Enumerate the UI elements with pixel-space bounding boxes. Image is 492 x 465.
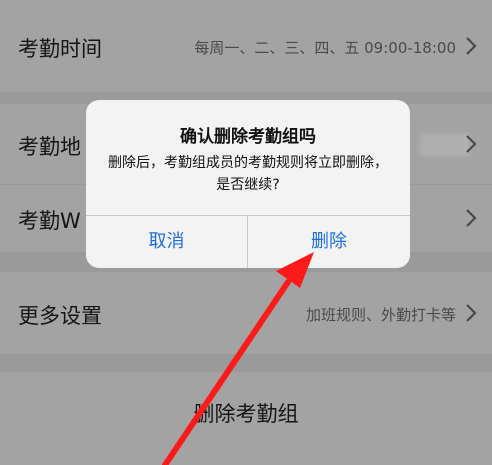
row-attendance-time-label: 考勤时间 xyxy=(18,37,102,61)
row-attendance-time-value: 每周一、二、三、四、五 09:00-18:00 xyxy=(194,39,456,57)
chevron-right-icon xyxy=(466,304,477,322)
dialog-title: 确认删除考勤组吗 xyxy=(180,127,316,147)
confirm-delete-dialog: 确认删除考勤组吗 删除后，考勤组成员的考勤规则将立即删除，是否继续? 取消 删除 xyxy=(86,100,410,268)
row-more-settings-value: 加班规则、外勤打卡等 xyxy=(305,306,456,324)
chevron-right-icon xyxy=(466,209,477,227)
chevron-right-icon xyxy=(466,135,477,153)
chevron-right-icon xyxy=(466,37,477,55)
delete-group-button-label: 删除考勤组 xyxy=(193,402,299,426)
dialog-message: 删除后，考勤组成员的考勤规则将立即删除，是否继续? xyxy=(108,155,388,193)
row-more-settings[interactable]: 更多设置 加班规则、外勤打卡等 xyxy=(0,272,492,354)
delete-button[interactable]: 删除 xyxy=(248,216,410,268)
row-attendance-wifi-label: 考勤W xyxy=(18,209,81,233)
row-attendance-location-label: 考勤地 xyxy=(18,135,81,159)
row-attendance-time[interactable]: 考勤时间 每周一、二、三、四、五 09:00-18:00 xyxy=(0,0,492,92)
cancel-button[interactable]: 取消 xyxy=(86,216,247,268)
row-more-settings-label: 更多设置 xyxy=(18,304,102,328)
delete-group-button[interactable]: 删除考勤组 xyxy=(0,372,492,465)
